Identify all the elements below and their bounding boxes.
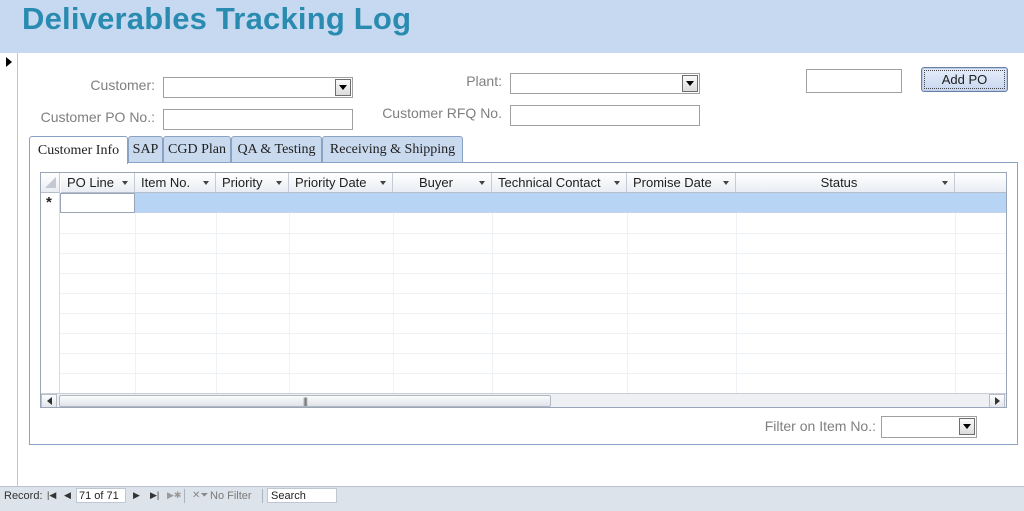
- column-header-status[interactable]: Status: [736, 173, 955, 193]
- grid-line: [60, 293, 1006, 294]
- row-selector-column[interactable]: [41, 193, 60, 393]
- no-filter-icon: ✕⏷: [192, 490, 209, 501]
- tab-customer-info[interactable]: Customer Info: [29, 136, 128, 164]
- column-dropdown-icon[interactable]: [276, 180, 282, 185]
- datasheet-subform[interactable]: PO Line Item No. Priority Priority Date …: [40, 172, 1007, 408]
- column-dropdown-icon[interactable]: [723, 180, 729, 185]
- tab-receiving-shipping[interactable]: Receiving & Shipping: [322, 136, 463, 162]
- search-input[interactable]: Search: [267, 488, 337, 503]
- current-record-box[interactable]: 71 of 71: [76, 488, 126, 503]
- grid-line: [492, 213, 493, 393]
- filter-item-label: Filter on Item No.:: [764, 418, 876, 434]
- column-header-po-line[interactable]: PO Line: [61, 173, 135, 193]
- column-dropdown-icon[interactable]: [122, 180, 128, 185]
- customer-po-input[interactable]: [163, 109, 353, 130]
- scroll-right-button[interactable]: [989, 394, 1005, 407]
- plant-dropdown-button[interactable]: [682, 75, 698, 92]
- column-header-item-no[interactable]: Item No.: [135, 173, 216, 193]
- grid-line: [216, 213, 217, 393]
- filter-item-dropdown-button[interactable]: [959, 418, 975, 435]
- grid-line: [60, 233, 1006, 234]
- tab-sap[interactable]: SAP: [128, 136, 163, 162]
- customer-rfq-input[interactable]: [510, 105, 700, 126]
- grid-line: [135, 213, 136, 393]
- grid-line: [60, 253, 1006, 254]
- grid-line: [393, 213, 394, 393]
- separator: [184, 489, 185, 503]
- scroll-left-button[interactable]: [41, 394, 57, 407]
- tab-cgd-plan[interactable]: CGD Plan: [163, 136, 231, 162]
- new-blank-record-icon[interactable]: ▶✱: [167, 490, 181, 501]
- grid-line: [60, 353, 1006, 354]
- grid-line: [60, 273, 1006, 274]
- column-header-buyer[interactable]: Buyer: [393, 173, 492, 193]
- separator: [262, 489, 263, 503]
- grid-line: [289, 213, 290, 393]
- horizontal-scrollbar[interactable]: |||: [41, 393, 1006, 407]
- column-dropdown-icon[interactable]: [380, 180, 386, 185]
- column-dropdown-icon[interactable]: [614, 180, 620, 185]
- grid-line: [627, 213, 628, 393]
- new-row-po-line-cell[interactable]: [60, 193, 135, 213]
- corner-triangle-icon: [45, 177, 56, 188]
- next-record-icon[interactable]: ▶: [133, 490, 140, 501]
- tab-qa-testing[interactable]: QA & Testing: [231, 136, 322, 162]
- grid-line: [60, 313, 1006, 314]
- column-header-priority[interactable]: Priority: [216, 173, 289, 193]
- plant-label: Plant:: [466, 73, 502, 89]
- dropdown-arrow-icon: [339, 85, 347, 90]
- customer-label: Customer:: [90, 77, 155, 93]
- first-record-icon[interactable]: |◀: [47, 490, 56, 501]
- column-dropdown-icon[interactable]: [942, 180, 948, 185]
- filter-status-button[interactable]: No Filter: [210, 490, 252, 502]
- grid-line: [955, 213, 956, 393]
- grid-line: [60, 373, 1006, 374]
- customer-dropdown-button[interactable]: [335, 79, 351, 96]
- new-record-row[interactable]: [60, 193, 1006, 213]
- po-number-input[interactable]: [806, 69, 902, 93]
- customer-rfq-label: Customer RFQ No.: [382, 105, 502, 121]
- customer-po-label: Customer PO No.:: [40, 109, 155, 125]
- column-header-empty: [955, 173, 1006, 193]
- scroll-right-icon: [994, 397, 1000, 405]
- customer-combo[interactable]: [163, 77, 353, 98]
- form-title: Deliverables Tracking Log: [22, 1, 412, 36]
- column-header-promise-date[interactable]: Promise Date: [627, 173, 736, 193]
- dropdown-arrow-icon: [963, 424, 971, 429]
- column-header-priority-date[interactable]: Priority Date: [289, 173, 393, 193]
- plant-combo[interactable]: [510, 73, 700, 94]
- last-record-icon[interactable]: ▶|: [150, 490, 159, 501]
- grid-line: [736, 213, 737, 393]
- record-selector[interactable]: [0, 53, 18, 488]
- record-label: Record:: [4, 490, 43, 502]
- new-record-icon: *: [46, 194, 52, 211]
- column-dropdown-icon[interactable]: [203, 180, 209, 185]
- previous-record-icon[interactable]: ◀: [64, 490, 71, 501]
- add-po-button[interactable]: Add PO: [921, 67, 1008, 92]
- scroll-left-icon: [46, 397, 52, 405]
- scroll-thumb[interactable]: |||: [59, 395, 551, 407]
- grid-line: [60, 333, 1006, 334]
- column-dropdown-icon[interactable]: [479, 180, 485, 185]
- dropdown-arrow-icon: [686, 81, 694, 86]
- column-header-technical-contact[interactable]: Technical Contact: [492, 173, 627, 193]
- selector-arrow-icon: [6, 57, 12, 67]
